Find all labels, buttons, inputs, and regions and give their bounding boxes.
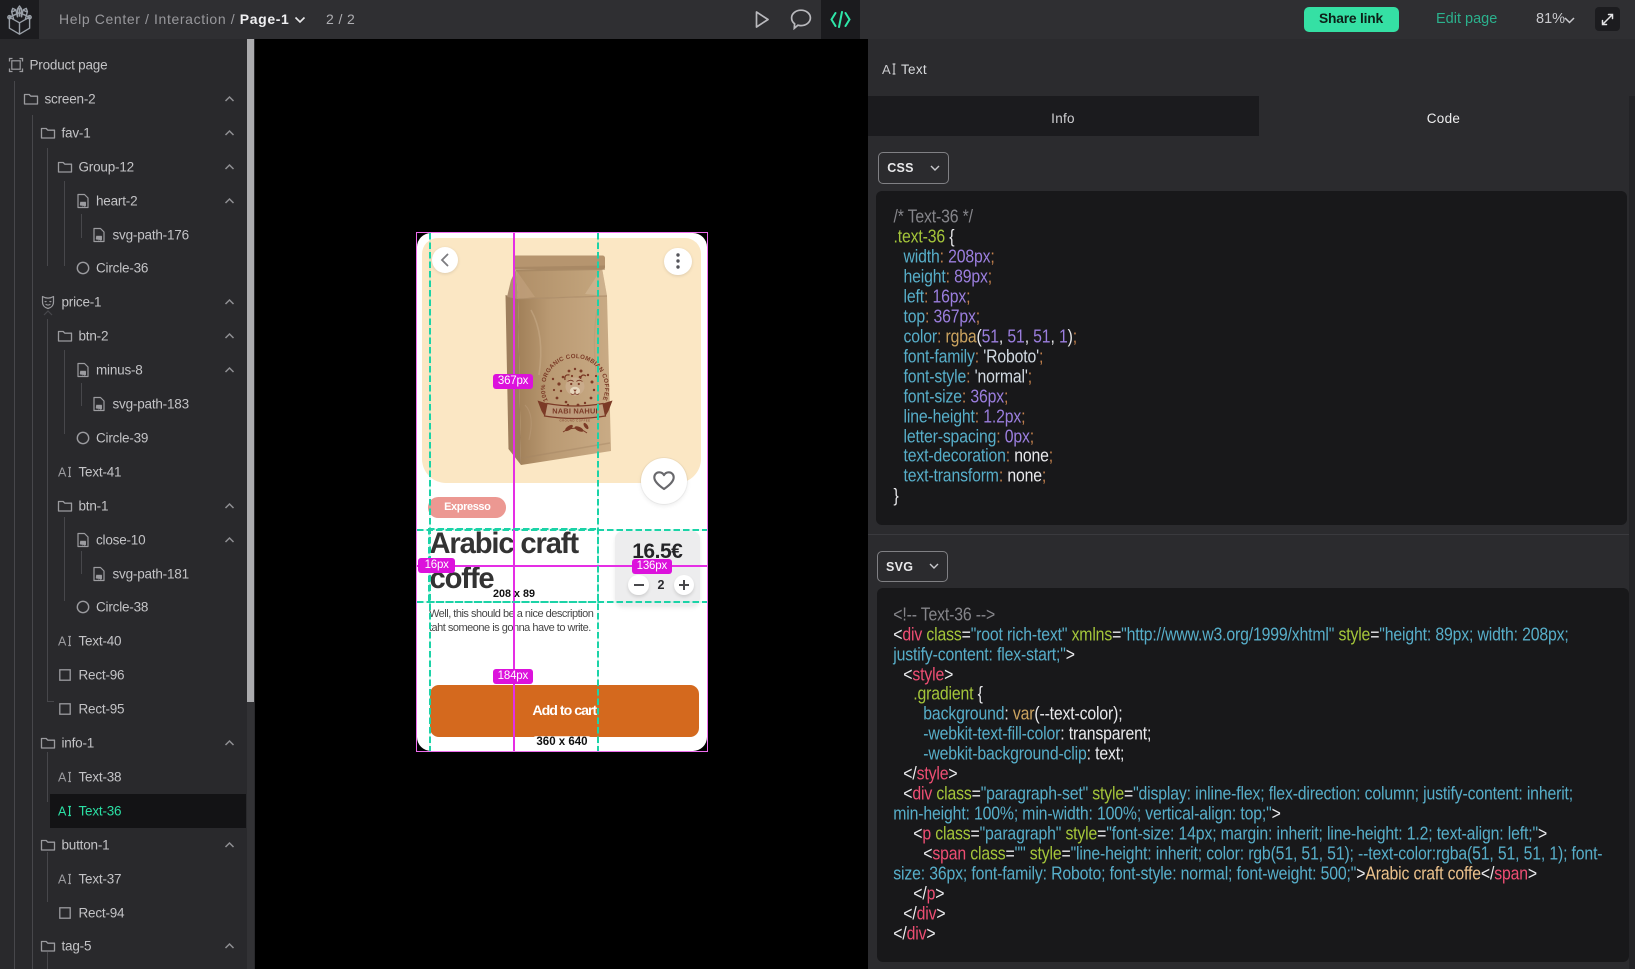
svg-text:svg: svg [96,574,101,578]
svg-text:A: A [58,872,67,886]
svg-text:svg: svg [96,235,101,239]
svg-text:A: A [58,465,67,479]
svg-text:svg: svg [96,405,101,409]
svg-text:A: A [58,635,67,649]
svg-text:A: A [58,770,67,784]
svg-text:NABI NAHUI: NABI NAHUI [552,407,598,416]
svg-text:svg: svg [80,201,85,205]
svg-text:GROUND COFFEE: GROUND COFFEE [559,419,590,423]
svg-text:A: A [58,804,67,818]
svg-text:A: A [882,62,891,77]
svg-text:svg: svg [80,371,85,375]
svg-text:svg: svg [80,540,85,544]
